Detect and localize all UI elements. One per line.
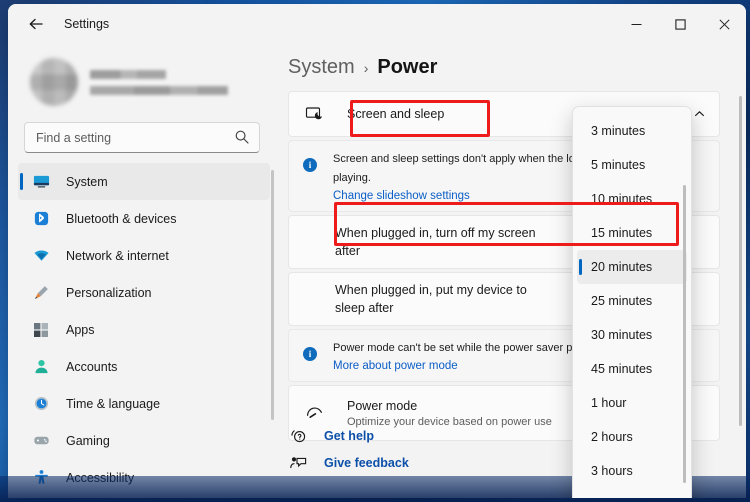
person-icon [32, 358, 50, 376]
wifi-icon [32, 247, 50, 265]
sidebar-item-label: Accessibility [66, 470, 135, 485]
dropdown-option[interactable]: 45 minutes [577, 352, 687, 386]
sidebar-item-label: Personalization [66, 285, 152, 300]
sidebar-item-time-language[interactable]: Time & language [18, 385, 270, 422]
user-profile[interactable] [8, 44, 276, 118]
minimize-icon [631, 23, 641, 25]
footer-links: Get help Give feedback [288, 422, 568, 476]
sidebar-item-network-internet[interactable]: Network & internet [18, 237, 270, 274]
minimize-button[interactable] [614, 4, 658, 44]
sidebar-scrollbar[interactable] [271, 170, 274, 420]
search-container [24, 122, 260, 153]
sidebar-item-accessibility[interactable]: Accessibility [18, 459, 270, 495]
dropdown-option[interactable]: 15 minutes [577, 216, 687, 250]
give-feedback-link[interactable]: Give feedback [288, 449, 568, 476]
dropdown-option-selected[interactable]: 20 minutes [577, 250, 687, 284]
power-mode-banner-body: Power mode can't be set while the power … [333, 338, 572, 372]
breadcrumb-system[interactable]: System [288, 56, 355, 79]
sidebar-item-system[interactable]: System [18, 163, 270, 200]
feedback-icon [288, 454, 308, 471]
dropdown-option[interactable]: 3 minutes [577, 114, 687, 148]
sidebar-item-bluetooth-devices[interactable]: Bluetooth & devices [18, 200, 270, 237]
breadcrumb: System › Power [288, 44, 746, 91]
window-body: System Bluetooth & devices Network & int… [8, 44, 746, 498]
close-icon [718, 18, 730, 30]
maximize-icon [674, 18, 686, 30]
turn-off-screen-label: When plugged in, turn off my screen afte… [335, 225, 536, 258]
window-controls [614, 4, 746, 44]
sidebar-item-gaming[interactable]: Gaming [18, 422, 270, 459]
breadcrumb-separator: › [363, 60, 369, 76]
screen-and-sleep-title: Screen and sleep [347, 106, 445, 121]
sidebar-item-label: Accounts [66, 359, 118, 374]
profile-name-redacted [90, 69, 166, 79]
sidebar-item-label: System [66, 174, 108, 189]
dropdown-option[interactable]: 30 minutes [577, 318, 687, 352]
sleep-after-label: When plugged in, put my device to sleep … [335, 282, 527, 315]
dropdown-option[interactable]: 2 hours [577, 420, 687, 454]
paintbrush-icon [32, 284, 50, 302]
avatar [30, 58, 78, 106]
profile-email-redacted [90, 85, 228, 95]
monitor-icon [32, 173, 50, 191]
get-help-label: Get help [324, 428, 375, 443]
gamepad-icon [32, 432, 50, 450]
info-icon: i [303, 346, 317, 361]
dropdown-option[interactable]: 5 minutes [577, 148, 687, 182]
main-scrollbar[interactable] [739, 96, 742, 426]
dropdown-option[interactable]: 3 hours [577, 454, 687, 488]
sidebar-item-label: Time & language [66, 396, 161, 411]
accessibility-icon [32, 469, 50, 487]
clock-icon [32, 395, 50, 413]
desktop-background: Settings Find a setting System Bluetooth… [0, 0, 750, 502]
back-button[interactable] [20, 8, 52, 40]
sidebar-item-accounts[interactable]: Accounts [18, 348, 270, 385]
more-about-power-mode-link[interactable]: More about power mode [333, 360, 572, 372]
page-title: Power [377, 56, 438, 78]
sidebar-item-label: Gaming [66, 433, 110, 448]
app-title: Settings [64, 17, 110, 31]
back-arrow-icon [29, 18, 43, 30]
sidebar-nav: System Bluetooth & devices Network & int… [8, 163, 276, 495]
dropdown-option[interactable]: 25 minutes [577, 284, 687, 318]
sidebar-item-label: Bluetooth & devices [66, 211, 177, 226]
chevron-up-icon[interactable] [694, 109, 705, 120]
bluetooth-icon [32, 210, 50, 228]
profile-text [90, 69, 228, 95]
timeout-dropdown-flyout: 3 minutes 5 minutes 10 minutes 15 minute… [572, 106, 692, 498]
dropdown-option[interactable]: 10 minutes [577, 182, 687, 216]
sidebar-item-label: Apps [66, 322, 95, 337]
help-icon [288, 427, 308, 444]
apps-icon [34, 322, 48, 337]
title-bar: Settings [8, 4, 746, 44]
settings-window: Settings Find a setting System Bluetooth… [8, 4, 746, 498]
screen-sleep-icon [303, 105, 325, 124]
power-mode-banner-text: Power mode can't be set while the power … [333, 341, 573, 354]
get-help-link[interactable]: Get help [288, 422, 568, 449]
dropdown-option[interactable]: 1 hour [577, 386, 687, 420]
close-button[interactable] [702, 4, 746, 44]
power-mode-title: Power mode [347, 399, 418, 414]
sidebar-item-apps[interactable]: Apps [18, 311, 270, 348]
dropdown-scrollbar[interactable] [683, 185, 686, 483]
sidebar-item-personalization[interactable]: Personalization [18, 274, 270, 311]
sidebar: System Bluetooth & devices Network & int… [8, 44, 276, 498]
maximize-button[interactable] [658, 4, 702, 44]
info-icon: i [303, 158, 317, 172]
sidebar-item-label: Network & internet [66, 248, 169, 263]
give-feedback-label: Give feedback [324, 455, 409, 470]
dropdown-option[interactable]: 4 hours [577, 488, 687, 498]
search-input[interactable] [24, 122, 260, 153]
speedometer-icon [303, 403, 325, 422]
